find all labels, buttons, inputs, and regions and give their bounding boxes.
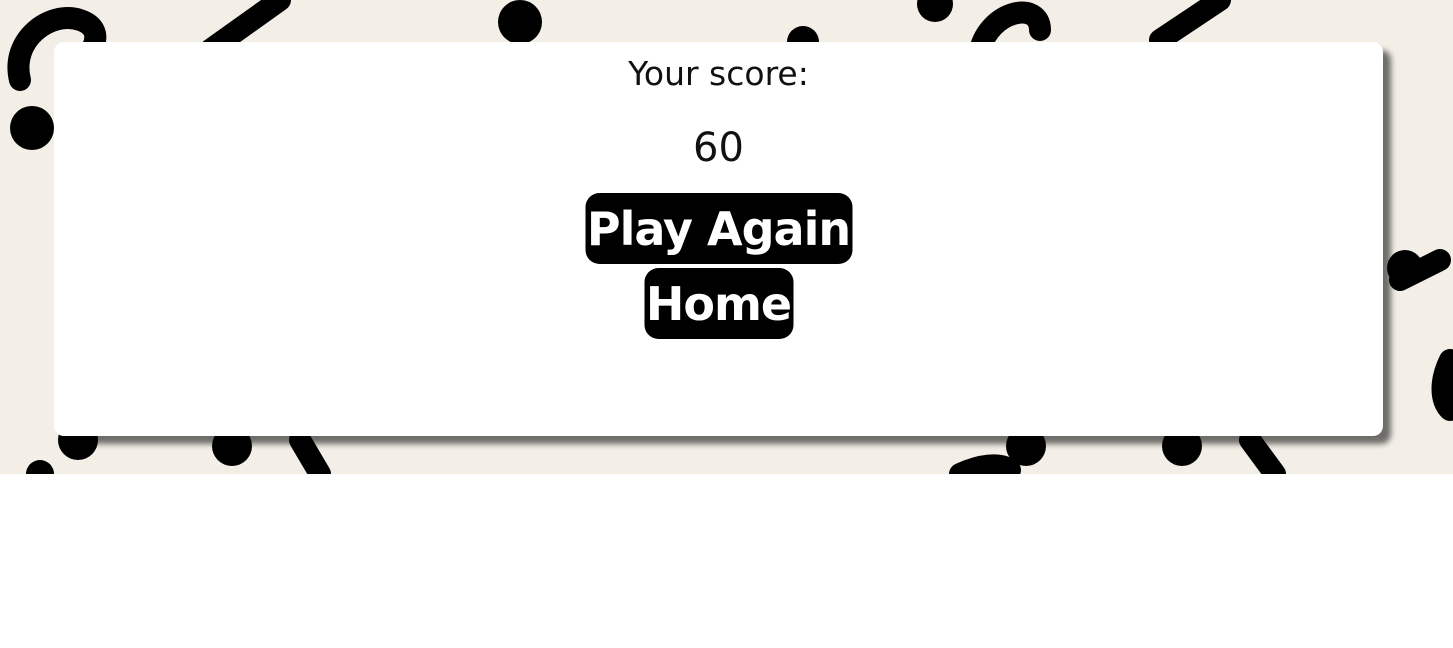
home-button[interactable]: Home [644, 268, 793, 339]
question-mark-dot [498, 0, 542, 44]
score-label: Your score: [628, 54, 809, 93]
question-mark-icon [1431, 349, 1453, 421]
score-value: 60 [693, 125, 744, 171]
question-mark-icon [1149, 0, 1231, 51]
question-mark-icon [289, 429, 331, 474]
question-mark-icon [949, 454, 1021, 474]
question-mark-icon [1239, 429, 1286, 474]
play-again-button[interactable]: Play Again [585, 193, 852, 264]
question-mark-dot [1387, 250, 1423, 286]
score-card: Your score: 60 Play Again Home [54, 42, 1383, 436]
question-mark-dot [26, 460, 54, 474]
question-mark-dot [917, 0, 953, 22]
question-mark-dot [10, 106, 54, 150]
